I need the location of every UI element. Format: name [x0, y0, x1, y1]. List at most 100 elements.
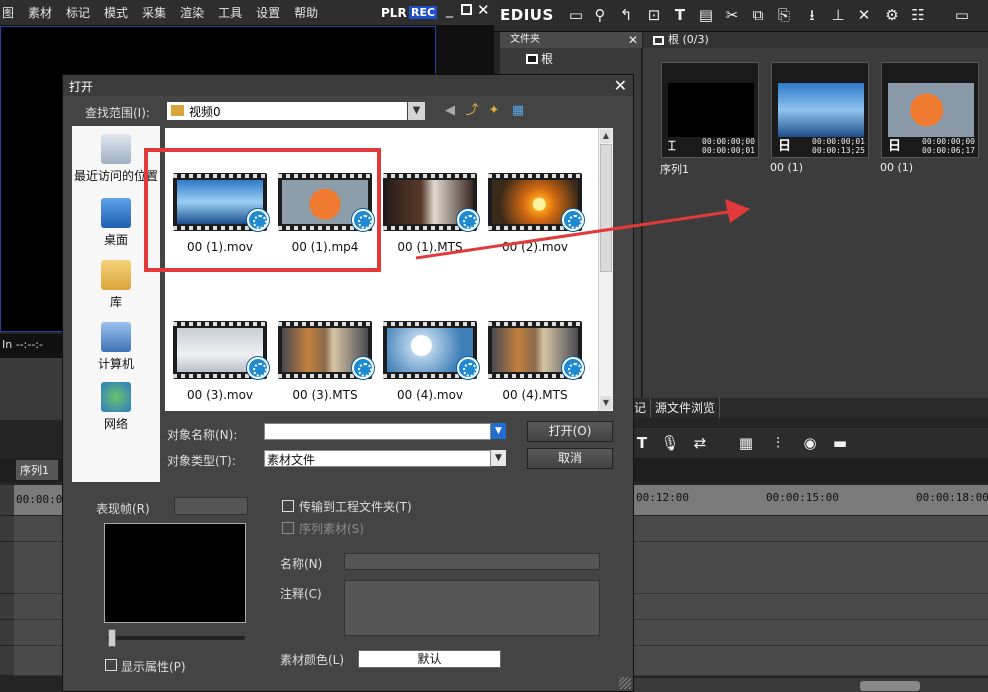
menu-item[interactable]: 渲染	[180, 4, 204, 21]
folder-root-item[interactable]: 根	[526, 50, 553, 67]
new-folder-icon[interactable]: ✦	[485, 103, 503, 119]
layout-icon[interactable]: ▬	[830, 433, 850, 453]
plr-mode-button[interactable]: PLR	[381, 6, 407, 20]
filetype-select[interactable]: 素材文件	[264, 450, 491, 467]
menu-item[interactable]: 标记	[66, 4, 90, 21]
sequence-icon: ⌶	[668, 139, 676, 154]
bin-clip[interactable]: 日 00:00:00;00 00:00:06;17	[881, 62, 979, 158]
preview-slider-handle[interactable]	[108, 629, 116, 647]
timeline-track[interactable]	[630, 620, 988, 646]
color-bar-icon[interactable]: ▤	[696, 5, 716, 25]
menu-item[interactable]: 图	[2, 4, 14, 21]
rec-mode-button[interactable]: REC	[409, 6, 438, 19]
track-header[interactable]	[0, 542, 14, 594]
preview-frame-field[interactable]	[174, 497, 248, 515]
menu-item[interactable]: 帮助	[294, 4, 318, 21]
chevron-down-icon[interactable]: ▼	[491, 423, 506, 439]
timeline-track[interactable]	[14, 516, 66, 542]
up-folder-icon[interactable]: ⤴	[463, 103, 481, 119]
track-header[interactable]	[0, 646, 14, 676]
timeline-track[interactable]	[14, 542, 66, 594]
timeline-track[interactable]	[14, 594, 66, 620]
scrollbar-thumb[interactable]	[600, 144, 612, 272]
place-network[interactable]: 网络	[72, 382, 160, 432]
close-icon[interactable]: ✕	[614, 76, 627, 95]
chevron-down-icon[interactable]: ▼	[408, 102, 425, 120]
comment-field[interactable]	[344, 580, 600, 636]
properties-icon[interactable]: ⚙	[882, 5, 902, 25]
timeline-ruler-start: 00:00:0	[14, 485, 66, 515]
maximize-icon[interactable]	[461, 4, 472, 15]
place-computer[interactable]: 计算机	[72, 322, 160, 372]
show-properties-checkbox[interactable]	[105, 659, 117, 671]
menu-item[interactable]: 模式	[104, 4, 128, 21]
timeline-track[interactable]	[630, 646, 988, 676]
look-in-select[interactable]: 视频0	[167, 102, 407, 120]
file-item[interactable]: 00 (2).mov	[480, 159, 584, 279]
file-item[interactable]: 00 (3).mov	[165, 307, 269, 411]
menu-item[interactable]: 工具	[218, 4, 242, 21]
transfer-checkbox[interactable]	[282, 500, 294, 512]
title-icon[interactable]: T	[632, 433, 652, 453]
bin-window-icon[interactable]: ▭	[952, 5, 972, 25]
file-item[interactable]: 00 (4).mov	[375, 307, 479, 411]
folder-tree-icon[interactable]: ▭	[566, 5, 586, 25]
menu-item[interactable]: 采集	[142, 4, 166, 21]
microphone-icon[interactable]: 🎙	[660, 433, 680, 453]
scrollbar-thumb[interactable]	[860, 681, 920, 691]
sync-icon[interactable]: ⇄	[690, 433, 710, 453]
resize-grip-icon[interactable]	[619, 677, 631, 689]
search-icon[interactable]: ⚲	[590, 5, 610, 25]
up-folder-icon[interactable]: ↰	[616, 5, 636, 25]
close-icon[interactable]: ✕	[628, 32, 638, 48]
bin-clip[interactable]: ⌶ 00:00:00;00 00:00:00;01	[661, 62, 759, 158]
file-item[interactable]: 00 (1).MTS	[375, 159, 479, 279]
track-header[interactable]	[0, 620, 14, 646]
add-to-timeline-icon[interactable]: ⊥	[828, 5, 848, 25]
timeline-ruler[interactable]: 00:12:00 00:00:15:00 00:00:18:00	[630, 485, 988, 515]
tab-source-browser[interactable]: 源文件浏览	[651, 398, 721, 418]
add-clip-icon[interactable]: ⊡	[644, 5, 664, 25]
file-list-scrollbar[interactable]: ▲ ▼	[598, 128, 613, 411]
cut-icon[interactable]: ✂	[722, 5, 742, 25]
track-header[interactable]	[0, 485, 14, 516]
timeline-track[interactable]	[630, 594, 988, 620]
close-icon[interactable]: ✕	[477, 1, 490, 19]
timeline-track[interactable]	[630, 542, 988, 594]
back-icon[interactable]: ◀	[441, 103, 459, 119]
color-wheel-icon[interactable]: ◉	[800, 433, 820, 453]
view-mode-icon[interactable]: ☷	[908, 5, 928, 25]
scroll-up-icon[interactable]: ▲	[600, 129, 612, 143]
delete-icon[interactable]: ✕	[854, 5, 874, 25]
name-field[interactable]	[344, 553, 600, 570]
copy-icon[interactable]: ⧉	[748, 5, 768, 25]
cancel-button[interactable]: 取消	[527, 448, 613, 469]
scroll-down-icon[interactable]: ▼	[600, 396, 612, 410]
preview-slider-track[interactable]	[107, 636, 245, 640]
tab-sequence[interactable]: 序列1	[16, 460, 58, 480]
bin-clip[interactable]: 日 00:00:00;01 00:00:13;25	[771, 62, 869, 158]
mixer-icon[interactable]: ⫶	[768, 433, 788, 453]
grid-icon[interactable]: ▦	[736, 433, 756, 453]
open-button[interactable]: 打开(O)	[527, 421, 613, 442]
track-header[interactable]	[0, 594, 14, 620]
add-to-player-icon[interactable]: ⭳	[802, 5, 822, 25]
file-item[interactable]: 00 (3).MTS	[270, 307, 374, 411]
menu-item[interactable]: 素材	[28, 4, 52, 21]
timeline-track[interactable]	[14, 620, 66, 646]
title-icon[interactable]: T	[670, 5, 690, 25]
clip-icon: 日	[778, 139, 792, 154]
file-item[interactable]: 00 (4).MTS	[480, 307, 584, 411]
clip-color-select[interactable]: 默认	[358, 650, 501, 668]
menu-item[interactable]: 设置	[256, 4, 280, 21]
filename-input[interactable]	[264, 423, 491, 440]
chevron-down-icon[interactable]: ▼	[491, 450, 506, 466]
minimize-icon[interactable]: _	[446, 2, 453, 18]
view-menu-icon[interactable]: ▦	[509, 103, 527, 119]
track-header[interactable]	[0, 516, 14, 542]
timeline-scrollbar[interactable]	[630, 678, 988, 692]
paste-icon[interactable]: ⎘	[774, 5, 794, 25]
timeline-track[interactable]	[630, 516, 988, 542]
sequence-checkbox[interactable]	[282, 522, 294, 534]
timeline-track[interactable]	[14, 646, 66, 676]
